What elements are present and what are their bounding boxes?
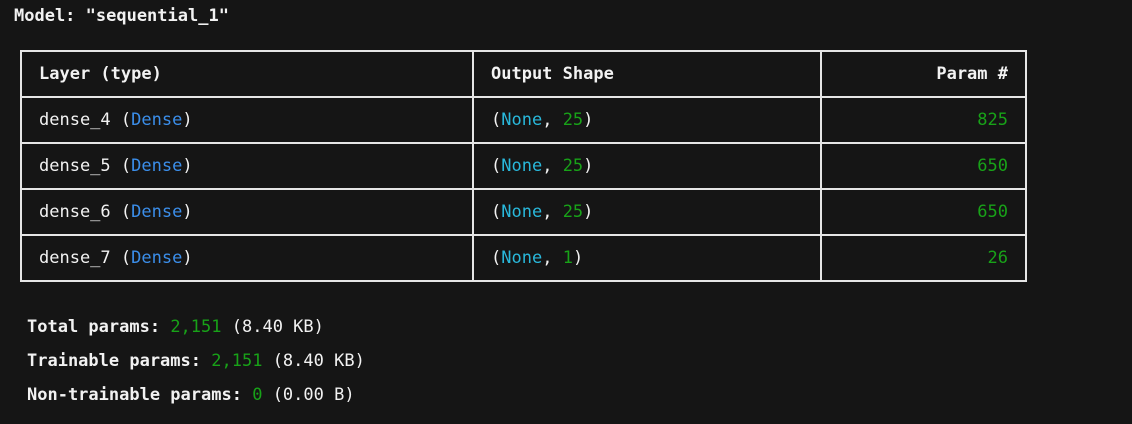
- total-params-label: Total params:: [27, 317, 161, 337]
- layer-cell: dense_6 (Dense): [20, 188, 474, 236]
- non-trainable-params-size: (0.00 B): [272, 385, 355, 405]
- total-params-line: Total params: 2,151 (8.40 KB): [27, 312, 365, 346]
- layer-type: Dense: [131, 156, 183, 176]
- param-count: 825: [820, 96, 1027, 144]
- total-params-value: 2,151: [170, 317, 222, 337]
- table-row: dense_7 (Dense) (None, 1) 26: [20, 234, 1027, 282]
- shape-units: 25: [562, 110, 584, 130]
- header-output-shape: Output Shape: [472, 50, 822, 98]
- shape-units: 25: [562, 156, 584, 176]
- trainable-params-line: Trainable params: 2,151 (8.40 KB): [27, 346, 365, 380]
- non-trainable-params-line: Non-trainable params: 0 (0.00 B): [27, 380, 365, 414]
- non-trainable-params-value: 0: [252, 385, 263, 405]
- layer-type: Dense: [131, 110, 183, 130]
- layer-cell: dense_5 (Dense): [20, 142, 474, 190]
- table-row: dense_6 (Dense) (None, 25) 650: [20, 188, 1027, 236]
- table-row: dense_5 (Dense) (None, 25) 650: [20, 142, 1027, 190]
- layer-name: dense_7: [39, 248, 111, 268]
- layer-cell: dense_4 (Dense): [20, 96, 474, 144]
- params-summary: Total params: 2,151 (8.40 KB) Trainable …: [27, 312, 365, 414]
- trainable-params-label: Trainable params:: [27, 351, 201, 371]
- header-param-count: Param #: [820, 50, 1027, 98]
- table-row: dense_4 (Dense) (None, 25) 825: [20, 96, 1027, 144]
- shape-batch-dim: None: [501, 110, 543, 130]
- layer-name: dense_4: [39, 110, 111, 130]
- output-shape-cell: (None, 25): [472, 188, 822, 236]
- output-shape-cell: (None, 25): [472, 142, 822, 190]
- output-shape-cell: (None, 25): [472, 96, 822, 144]
- trainable-params-value: 2,151: [211, 351, 263, 371]
- layer-cell: dense_7 (Dense): [20, 234, 474, 282]
- shape-batch-dim: None: [501, 202, 543, 222]
- shape-units: 25: [562, 202, 584, 222]
- shape-batch-dim: None: [501, 248, 543, 268]
- shape-batch-dim: None: [501, 156, 543, 176]
- table-header-row: Layer (type) Output Shape Param #: [20, 50, 1027, 98]
- layer-type: Dense: [131, 248, 183, 268]
- param-count: 26: [820, 234, 1027, 282]
- output-shape-cell: (None, 1): [472, 234, 822, 282]
- layer-type: Dense: [131, 202, 183, 222]
- param-count: 650: [820, 188, 1027, 236]
- non-trainable-params-label: Non-trainable params:: [27, 385, 242, 405]
- param-count: 650: [820, 142, 1027, 190]
- header-layer-type: Layer (type): [20, 50, 474, 98]
- trainable-params-size: (8.40 KB): [272, 351, 365, 371]
- layer-name: dense_6: [39, 202, 111, 222]
- layer-name: dense_5: [39, 156, 111, 176]
- total-params-size: (8.40 KB): [231, 317, 324, 337]
- shape-units: 1: [562, 248, 573, 268]
- model-title: Model: "sequential_1": [14, 6, 229, 26]
- model-summary-table: Layer (type) Output Shape Param # dense_…: [20, 50, 1027, 282]
